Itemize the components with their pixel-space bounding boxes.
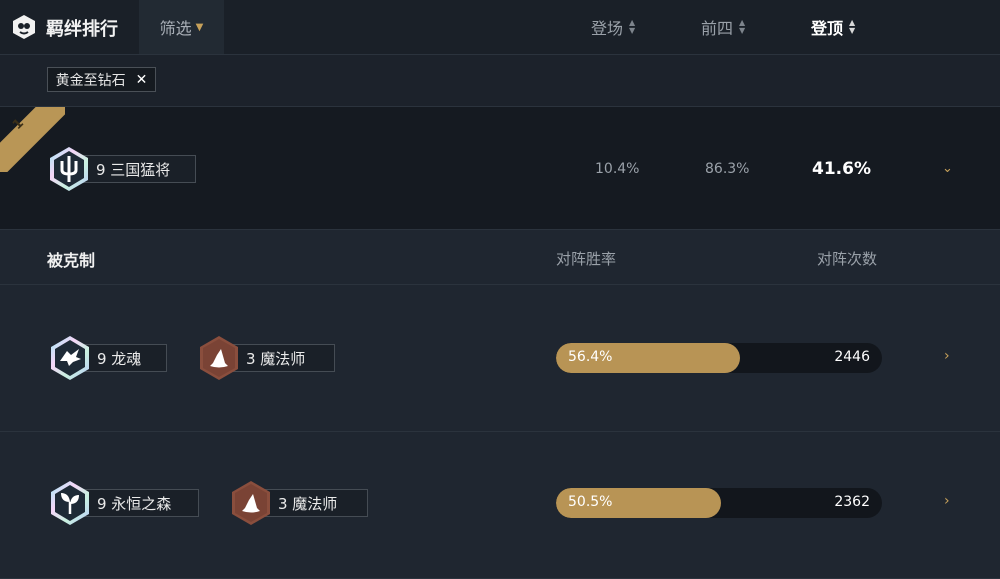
chevron-right-icon[interactable]: › bbox=[944, 493, 950, 509]
chevron-down-icon[interactable]: ⌄ bbox=[942, 161, 953, 176]
trident-icon bbox=[50, 147, 88, 191]
top-bar: 羁绊排行 筛选 ▼ 登场 ▲ ▼ 前四 ▲ ▼ 登顶 ▲ ▼ bbox=[0, 0, 1000, 55]
trait-label: 9 永恒之森 bbox=[83, 489, 199, 517]
appearance-rate: 10.4% bbox=[595, 161, 640, 177]
dragon-icon bbox=[51, 336, 89, 380]
wizard-hat-icon bbox=[200, 336, 238, 380]
sort-label: 登场 bbox=[591, 19, 624, 38]
counter-row[interactable]: 9 龙魂 3 魔法师 56.4% 2446 › bbox=[0, 285, 1000, 432]
trait-chip: 3 魔法师 bbox=[198, 335, 335, 381]
col-winrate: 对阵胜率 bbox=[556, 250, 617, 268]
counter-header: 被克制 对阵胜率 对阵次数 bbox=[0, 230, 1000, 285]
sprout-icon bbox=[51, 481, 89, 525]
filter-tag-label: 黄金至钻石 bbox=[55, 72, 126, 89]
filter-button[interactable]: 筛选 ▼ bbox=[139, 0, 224, 54]
filter-tag-bar: 黄金至钻石 ✕ bbox=[0, 55, 1000, 107]
winrate-bar: 56.4% 2446 bbox=[556, 343, 882, 373]
top4-rate: 86.3% bbox=[705, 161, 750, 177]
trait-label: 9 龙魂 bbox=[83, 344, 167, 372]
match-count: 2446 bbox=[834, 349, 870, 365]
sort-icon: ▲ ▼ bbox=[739, 18, 746, 35]
page-title: 羁绊排行 bbox=[46, 19, 118, 40]
trait-chip: 3 魔法师 bbox=[230, 480, 368, 526]
sort-top4[interactable]: 前四 ▲ ▼ bbox=[701, 15, 745, 39]
trait-chip: 9 永恒之森 bbox=[49, 480, 199, 526]
trait-label: 9 三国猛将 bbox=[82, 155, 196, 183]
col-count: 对阵次数 bbox=[817, 250, 878, 268]
filter-tag[interactable]: 黄金至钻石 ✕ bbox=[47, 67, 156, 92]
close-icon[interactable]: ✕ bbox=[136, 72, 148, 88]
win-rate: 41.6% bbox=[812, 159, 871, 179]
section-title: 被克制 bbox=[47, 251, 96, 270]
trait-label: 3 魔法师 bbox=[264, 489, 368, 517]
sort-icon: ▲ ▼ bbox=[849, 18, 856, 35]
winrate-text: 56.4% bbox=[568, 349, 613, 365]
trait-chip: 9 龙魂 bbox=[49, 335, 167, 381]
sort-win[interactable]: 登顶 ▲ ▼ bbox=[811, 15, 855, 39]
sort-label: 前四 bbox=[701, 19, 734, 38]
filter-label: 筛选 bbox=[159, 19, 192, 38]
trait-label: 3 魔法师 bbox=[232, 344, 335, 372]
chevron-down-icon: ▼ bbox=[195, 21, 204, 33]
logo-icon bbox=[13, 15, 35, 39]
sort-appearance[interactable]: 登场 ▲ ▼ bbox=[591, 15, 635, 39]
winrate-bar: 50.5% 2362 bbox=[556, 488, 882, 518]
winrate-text: 50.5% bbox=[568, 494, 613, 510]
wizard-hat-icon bbox=[232, 481, 270, 525]
counter-row[interactable]: 9 永恒之森 3 魔法师 50.5% 2362 › bbox=[0, 432, 1000, 579]
chevron-right-icon[interactable]: › bbox=[944, 348, 950, 364]
sort-icon: ▲ ▼ bbox=[629, 18, 636, 35]
trait-chip: 9 三国猛将 bbox=[48, 146, 196, 192]
trait-rank-row[interactable]: 1 9 三国猛将 10.4% 86.3% 41.6% ⌄ bbox=[0, 107, 1000, 230]
sort-label: 登顶 bbox=[811, 19, 844, 38]
match-count: 2362 bbox=[834, 494, 870, 510]
